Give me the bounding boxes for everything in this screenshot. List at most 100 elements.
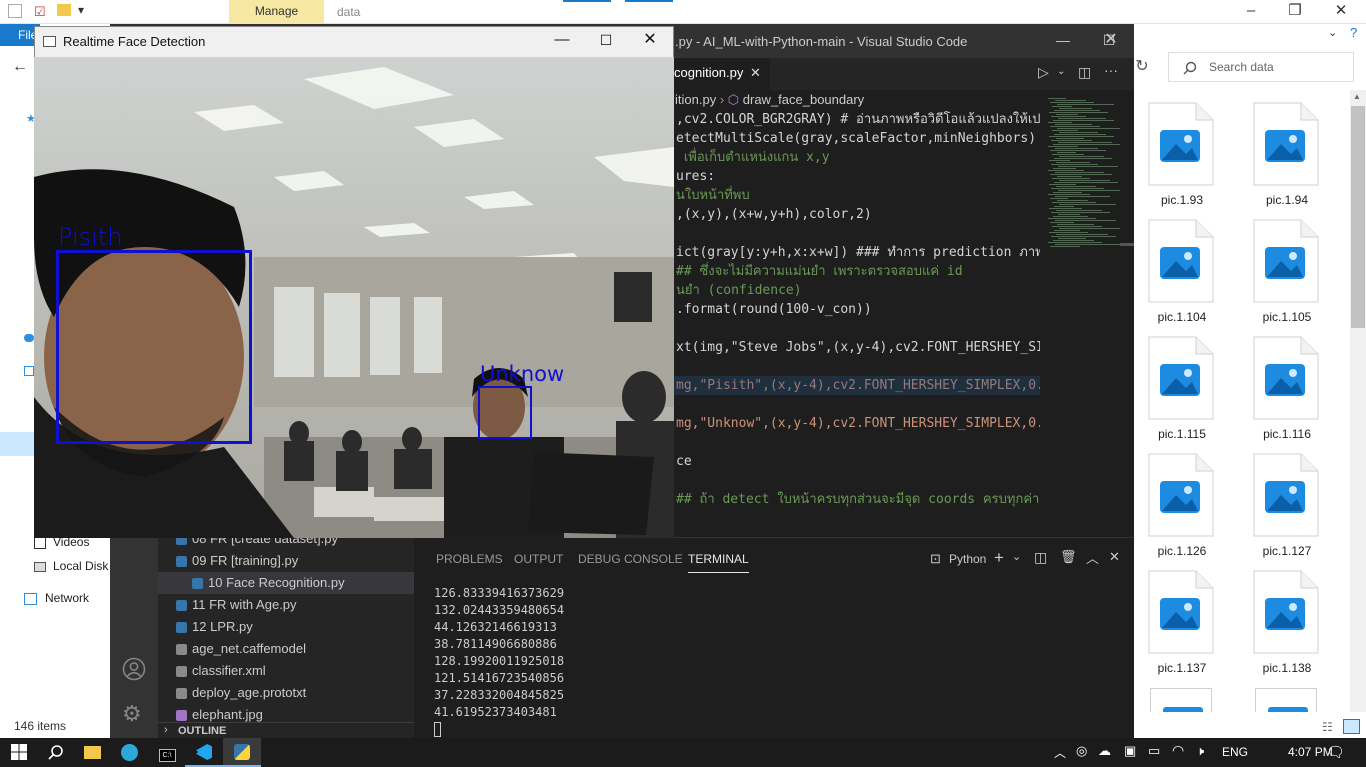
minimize-button[interactable]: — (1040, 24, 1086, 58)
tray-app-icon[interactable]: ▣ (1124, 743, 1136, 759)
file-item-partial[interactable] (1255, 688, 1319, 712)
code-line[interactable]: ## ถ้า detect ใบหน้าครบทุกส่วนจะมีจุด co… (676, 490, 1039, 509)
code-line[interactable]: ict(gray[y:y+h,x:x+w]) ### ทำการ predict… (676, 243, 1040, 262)
code-line[interactable]: .format(round(100-v_con)) (676, 300, 872, 319)
split-terminal-icon[interactable]: ◫ (1034, 549, 1047, 566)
tab-active-file[interactable]: cognition.py ✕ (668, 58, 770, 90)
tab-output[interactable]: OUTPUT (514, 552, 563, 566)
file-item[interactable]: pic.1.115 (1148, 336, 1250, 446)
camera-tray-icon[interactable]: ◎ (1076, 743, 1087, 759)
vscode-taskbar-button[interactable] (185, 738, 223, 767)
new-terminal-icon[interactable]: + (994, 548, 1004, 568)
cloud-icon[interactable]: ☁ (1098, 743, 1111, 759)
wifi-icon[interactable]: ◠ (1172, 742, 1184, 759)
explorer-file-item[interactable]: 09 FR [training].py (176, 550, 414, 572)
outline-section[interactable]: › OUTLINE (158, 722, 414, 738)
this-pc-icon[interactable] (24, 366, 34, 376)
nav-item-local-disk[interactable]: Local Disk (34, 558, 114, 578)
code-line[interactable]: mg,"Unknow",(x,y-4),cv2.FONT_HERSHEY_SIM… (676, 414, 1040, 433)
trash-icon[interactable]: 🗑 (1060, 549, 1077, 565)
breadcrumb-file[interactable]: ition.py (675, 92, 716, 107)
code-line[interactable]: นใบหน้าที่พบ (676, 186, 750, 205)
customize-toolbar-icon[interactable]: ▾ (78, 3, 84, 17)
terminal-taskbar-button[interactable]: C:\ (148, 738, 186, 767)
minimize-button[interactable]: — (540, 28, 584, 54)
account-icon[interactable] (122, 657, 146, 681)
file-item[interactable]: pic.1.116 (1253, 336, 1355, 446)
maximize-button[interactable]: ☐ (584, 28, 628, 54)
close-button[interactable]: ✕ (628, 28, 672, 54)
quick-access-icon[interactable] (8, 4, 22, 18)
tab-terminal[interactable]: TERMINAL (688, 552, 749, 573)
settings-gear-icon[interactable]: ⚙ (122, 701, 142, 727)
scrollbar-thumb[interactable] (1351, 106, 1365, 328)
battery-icon[interactable]: ▭ (1148, 743, 1160, 759)
onedrive-icon[interactable] (24, 334, 34, 342)
code-line[interactable]: นยำ (confidence) (676, 281, 802, 300)
language-indicator[interactable]: ENG (1222, 745, 1248, 759)
code-line[interactable]: ,cv2.COLOR_BGR2GRAY) # อ่านภาพหรือวิดีโอ… (676, 110, 1040, 129)
run-icon[interactable]: ▷ (1038, 64, 1049, 81)
code-line[interactable]: เพื่อเก็บตำแหน่งแกน x,y (676, 148, 830, 167)
code-line[interactable]: etectMultiScale(gray,scaleFactor,minNeig… (676, 129, 1036, 148)
code-editor[interactable]: ,cv2.COLOR_BGR2GRAY) # อ่านภาพหรือวิดีโอ… (668, 110, 1040, 538)
chevron-down-icon[interactable]: ⌄ (1057, 66, 1065, 77)
edge-taskbar-button[interactable] (110, 738, 148, 767)
explorer-file-item[interactable]: age_net.caffemodel (176, 638, 414, 660)
code-line[interactable]: ce (676, 452, 692, 471)
file-item[interactable]: pic.1.104 (1148, 219, 1250, 329)
start-button[interactable] (0, 738, 38, 767)
maximize-panel-icon[interactable]: ︿ (1086, 548, 1099, 567)
python-taskbar-button[interactable] (223, 738, 261, 767)
close-panel-icon[interactable]: ✕ (1109, 549, 1120, 565)
code-line[interactable]: ures: (676, 167, 715, 186)
back-arrow-icon[interactable]: ← (12, 58, 28, 76)
restore-button[interactable]: ❐ (1272, 0, 1318, 24)
file-item[interactable]: pic.1.126 (1148, 453, 1250, 563)
close-button[interactable]: ✕ (1318, 0, 1364, 24)
file-item-partial[interactable] (1150, 688, 1214, 712)
properties-icon[interactable]: ☑ (34, 4, 46, 20)
code-line[interactable]: ,(x,y),(x+w,y+h),color,2) (676, 205, 872, 224)
tray-expand-icon[interactable]: ︿ (1054, 744, 1066, 761)
file-item[interactable]: pic.1.93 (1148, 102, 1250, 212)
file-item[interactable]: pic.1.137 (1148, 570, 1250, 680)
file-item[interactable]: pic.1.105 (1253, 219, 1355, 329)
tab-debug-console[interactable]: DEBUG CONSOLE (578, 552, 683, 566)
file-item[interactable]: pic.1.94 (1253, 102, 1355, 212)
search-input[interactable]: Search data (1168, 52, 1354, 82)
file-item[interactable]: pic.1.138 (1253, 570, 1355, 680)
minimize-button[interactable]: – (1228, 0, 1274, 24)
help-icon[interactable]: ? (1350, 25, 1357, 40)
explorer-file-item[interactable]: 11 FR with Age.py (176, 594, 414, 616)
editor-scrollbar[interactable] (1120, 90, 1134, 538)
folder-icon[interactable] (57, 4, 71, 16)
breadcrumb-symbol[interactable]: draw_face_boundary (743, 92, 864, 107)
code-line[interactable]: ## ซึ่งจะไม่มีความแม่นยำ เพราะตรวจสอบแค่… (676, 262, 963, 281)
code-line[interactable]: xt(img,"Steve Jobs",(x,y-4),cv2.FONT_HER… (676, 338, 1040, 357)
scroll-up-icon[interactable]: ▲ (1353, 92, 1361, 101)
minimap[interactable] (1040, 90, 1124, 538)
split-editor-icon[interactable]: ◫ (1078, 64, 1091, 81)
close-icon[interactable]: ✕ (750, 58, 761, 88)
expand-ribbon-icon[interactable]: ⌄ (1328, 26, 1337, 39)
terminal-output[interactable]: 126.83339416373629 132.02443359480654 44.1… (434, 585, 564, 721)
explorer-file-item[interactable]: 10 Face Recognition.py (158, 572, 414, 594)
terminal-profile[interactable]: Python (949, 552, 986, 566)
explorer-file-item[interactable]: classifier.xml (176, 660, 414, 682)
notifications-icon[interactable]: 🗨 (1326, 743, 1345, 761)
details-view-icon[interactable]: ☷ (1322, 720, 1333, 734)
more-actions-icon[interactable]: ··· (1104, 62, 1118, 78)
large-icons-view-icon[interactable] (1343, 719, 1360, 734)
nav-item-network[interactable]: Network (24, 590, 114, 610)
file-item[interactable]: pic.1.127 (1253, 453, 1355, 563)
tab-manage[interactable]: Manage (229, 0, 324, 24)
search-button[interactable] (37, 738, 75, 767)
chevron-down-icon[interactable]: ⌄ (1012, 550, 1021, 563)
tab-problems[interactable]: PROBLEMS (436, 552, 503, 566)
explorer-file-item[interactable]: deploy_age.prototxt (176, 682, 414, 704)
explorer-file-item[interactable]: 12 LPR.py (176, 616, 414, 638)
volume-muted-icon[interactable]: 🕨 (1196, 743, 1204, 759)
file-explorer-taskbar-button[interactable] (73, 738, 111, 767)
vscode-close-button[interactable]: ✕ (1088, 24, 1134, 58)
